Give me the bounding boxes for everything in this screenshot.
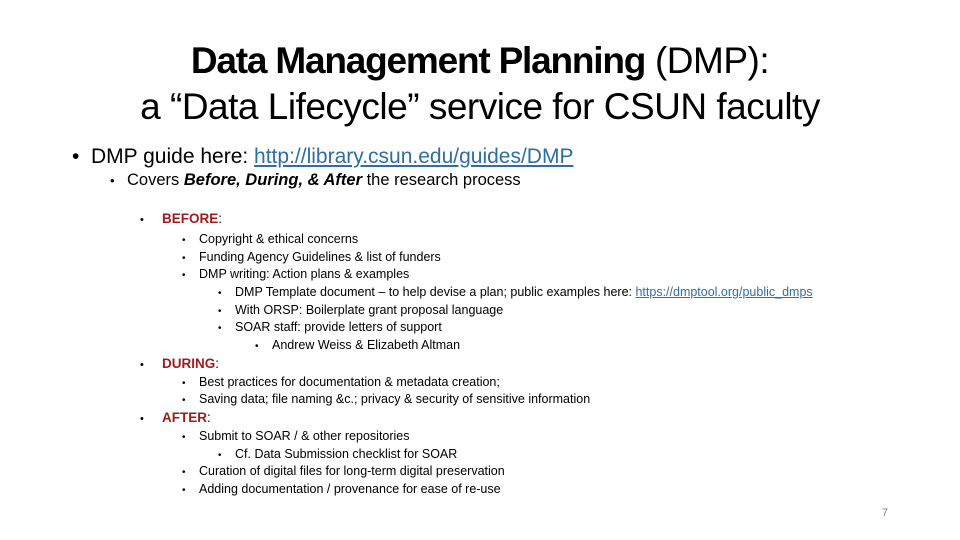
- after-heading: • AFTER:: [140, 410, 211, 425]
- item-text: With ORSP: Boilerplate grant proposal la…: [235, 303, 504, 317]
- item-text: Andrew Weiss & Elizabeth Altman: [272, 338, 461, 352]
- after-label: AFTER: [162, 410, 207, 425]
- list-item: • Adding documentation / provenance for e…: [182, 482, 501, 496]
- list-item: • Saving data; file naming &c.; privacy &…: [182, 392, 590, 406]
- bullet-icon: •: [218, 288, 222, 299]
- list-item: • With ORSP: Boilerplate grant proposal l…: [218, 303, 503, 317]
- item-text: Curation of digital files for long-term …: [199, 464, 505, 478]
- covers-suffix: the research process: [362, 171, 521, 189]
- list-item: • Andrew Weiss & Elizabeth Altman: [255, 338, 460, 352]
- before-heading: • BEFORE:: [140, 211, 222, 226]
- list-item: • Cf. Data Submission checklist for SOAR: [218, 447, 457, 461]
- covers-bullet: • Covers Before, During, & After the rese…: [110, 171, 521, 190]
- title-line-1: Data Management Planning (DMP):: [0, 38, 960, 84]
- list-item: • Best practices for documentation & meta…: [182, 375, 500, 389]
- covers-prefix: Covers: [127, 171, 184, 189]
- item-text: Submit to SOAR / & other repositories: [199, 429, 410, 443]
- during-label: DURING: [162, 356, 216, 371]
- list-item: • Funding Agency Guidelines & list of fun…: [182, 250, 441, 264]
- item-text: SOAR staff: provide letters of support: [235, 320, 442, 334]
- guide-label: DMP guide here:: [91, 145, 255, 168]
- title-line-2: a “Data Lifecycle” service for CSUN facu…: [140, 86, 820, 127]
- title-bold: Data Management Planning: [190, 40, 647, 81]
- bullet-icon: •: [255, 341, 259, 352]
- dmptool-link[interactable]: https://dmptool.org/public_dmps: [635, 285, 812, 299]
- bullet-icon: •: [182, 467, 186, 478]
- bullet-icon: •: [182, 253, 186, 264]
- bullet-icon: •: [182, 395, 186, 406]
- page-number: 7: [881, 507, 888, 519]
- bullet-icon: •: [218, 323, 222, 334]
- bullet-icon: •: [140, 413, 144, 425]
- colon: :: [215, 356, 220, 371]
- colon: :: [207, 410, 211, 425]
- list-item: • Submit to SOAR / & other repositories: [182, 429, 410, 443]
- colon: :: [218, 211, 223, 226]
- bullet-icon: •: [182, 378, 186, 389]
- list-item: • DMP Template document – to help devise …: [218, 285, 813, 299]
- list-item: • Copyright & ethical concerns: [182, 232, 358, 246]
- before-label: BEFORE: [162, 211, 219, 226]
- bullet-icon: •: [72, 145, 80, 168]
- list-item: • Curation of digital files for long-term…: [182, 464, 505, 478]
- title-rest: (DMP):: [645, 40, 770, 81]
- item-text: Cf. Data Submission checklist for SOAR: [235, 447, 458, 461]
- bullet-icon: •: [182, 235, 186, 246]
- guide-bullet: • DMP guide here: http://library.csun.edu…: [72, 145, 573, 169]
- bullet-icon: •: [182, 270, 186, 281]
- item-text: DMP writing: Action plans & examples: [199, 267, 410, 281]
- bullet-icon: •: [110, 173, 115, 188]
- guide-link[interactable]: http://library.csun.edu/guides/DMP: [254, 145, 573, 168]
- bullet-icon: •: [218, 306, 222, 317]
- bullet-icon: •: [140, 359, 144, 371]
- bullet-icon: •: [182, 485, 186, 496]
- covers-emphasis: Before, During, & After: [183, 171, 363, 189]
- during-heading: • DURING:: [140, 356, 219, 371]
- item-text: Saving data; file naming &c.; privacy & …: [199, 392, 591, 406]
- bullet-icon: •: [140, 214, 144, 226]
- list-item: • SOAR staff: provide letters of support: [218, 320, 442, 334]
- slide-title: Data Management Planning (DMP): a “Data …: [0, 38, 960, 130]
- bullet-icon: •: [182, 432, 186, 443]
- item-text: DMP Template document – to help devise a…: [235, 285, 636, 299]
- item-text: Funding Agency Guidelines & list of fund…: [199, 250, 441, 264]
- item-text: Best practices for documentation & metad…: [199, 375, 500, 389]
- list-item: • DMP writing: Action plans & examples: [182, 267, 409, 281]
- bullet-icon: •: [218, 450, 222, 461]
- item-text: Copyright & ethical concerns: [199, 232, 359, 246]
- item-text: Adding documentation / provenance for ea…: [199, 482, 501, 496]
